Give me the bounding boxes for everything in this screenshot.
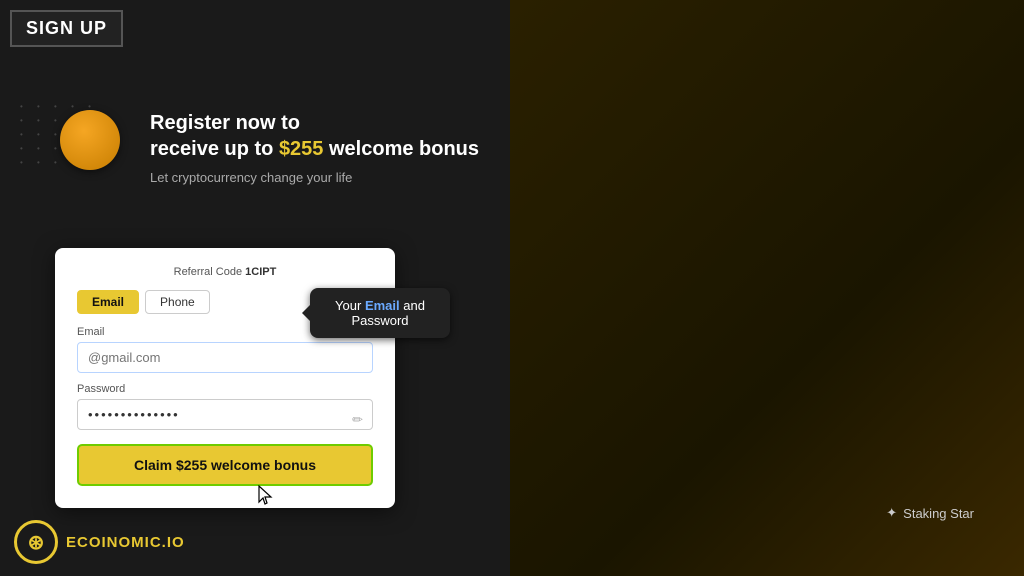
hero-section: Register now to receive up to $255 welco… — [60, 110, 500, 185]
password-label: Password — [77, 383, 373, 395]
staking-star-icon: ✦ — [886, 505, 897, 521]
signup-badge: SIGN UP — [10, 10, 123, 47]
eye-icon[interactable]: ✏ — [352, 412, 363, 428]
referral-code: Referral Code 1CIPT — [77, 266, 373, 278]
phone-tab[interactable]: Phone — [145, 290, 210, 314]
tooltip-bubble: Your Email and Password — [310, 288, 450, 338]
right-bg — [510, 0, 1024, 576]
registration-form: Referral Code 1CIPT Email Phone Email Pa… — [55, 248, 395, 508]
email-input[interactable] — [77, 342, 373, 373]
bottom-logo: ⊛ ECOINOMIC.IO — [14, 520, 185, 564]
coin-image — [60, 110, 120, 170]
hero-title: Register now to receive up to $255 welco… — [150, 110, 479, 162]
logo-text: ECOINOMIC.IO — [66, 534, 185, 551]
email-tab[interactable]: Email — [77, 290, 139, 314]
right-panel: 5 yo I am not a robot × I'm not a robot — [510, 0, 1024, 576]
claim-button[interactable]: Claim $255 welcome bonus — [77, 444, 373, 486]
left-panel: • • • • •• • • • •• • • • •• • • • •• • … — [0, 0, 510, 576]
hero-text: Register now to receive up to $255 welco… — [150, 110, 479, 185]
password-wrap: ✏ — [77, 399, 373, 440]
staking-star-label: Staking Star — [903, 506, 974, 521]
hero-subtitle: Let cryptocurrency change your life — [150, 170, 479, 185]
staking-star: ✦ Staking Star — [886, 505, 974, 521]
password-input[interactable] — [77, 399, 373, 430]
logo-circle-icon: ⊛ — [14, 520, 58, 564]
